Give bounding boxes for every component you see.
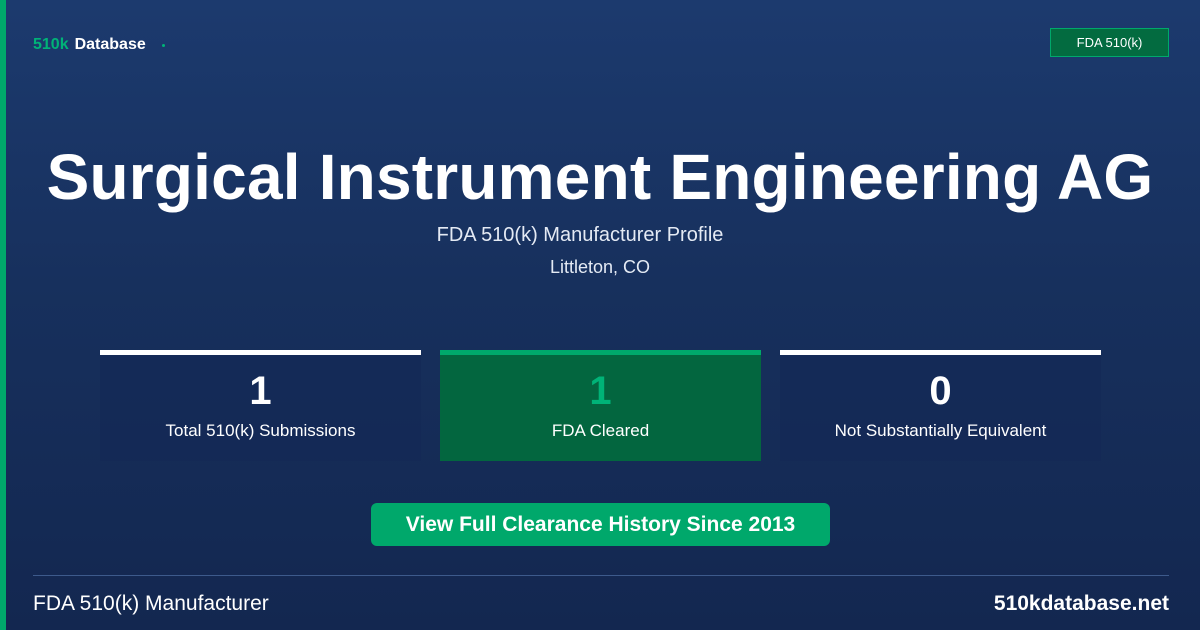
fda-510k-badge: FDA 510(k)	[1050, 28, 1169, 57]
stat-value: 0	[929, 369, 952, 413]
footer-divider	[33, 575, 1169, 576]
stats-row: 1 Total 510(k) Submissions 1 FDA Cleared…	[100, 350, 1101, 461]
manufacturer-location: Littleton, CO	[549, 257, 651, 277]
stat-label: Total 510(k) Submissions	[165, 421, 356, 440]
logo-prefix: 510k	[33, 36, 69, 53]
stat-label: Not Substantially Equivalent	[834, 421, 1047, 440]
stat-card-total-submissions: 1 Total 510(k) Submissions	[100, 350, 421, 461]
footer-category: FDA 510(k) Manufacturer	[33, 592, 269, 615]
view-clearance-history-button[interactable]: View Full Clearance History Since 2013	[371, 503, 830, 546]
logo-dot-icon	[161, 43, 165, 47]
logo-suffix: Database	[74, 36, 146, 53]
stat-label: FDA Cleared	[551, 421, 650, 440]
stat-value: 1	[589, 369, 612, 413]
stat-card-not-substantially-equivalent: 0 Not Substantially Equivalent	[780, 350, 1101, 461]
footer-site-link[interactable]: 510kdatabase.net	[994, 592, 1169, 616]
left-accent-bar	[0, 0, 6, 630]
profile-subtitle: FDA 510(k) Manufacturer Profile	[436, 224, 724, 246]
stat-value: 1	[249, 369, 272, 413]
manufacturer-title: Surgical Instrument Engineering AG	[46, 141, 1154, 213]
stat-card-fda-cleared: 1 FDA Cleared	[440, 350, 761, 461]
site-logo[interactable]: 510k Database	[33, 36, 165, 54]
